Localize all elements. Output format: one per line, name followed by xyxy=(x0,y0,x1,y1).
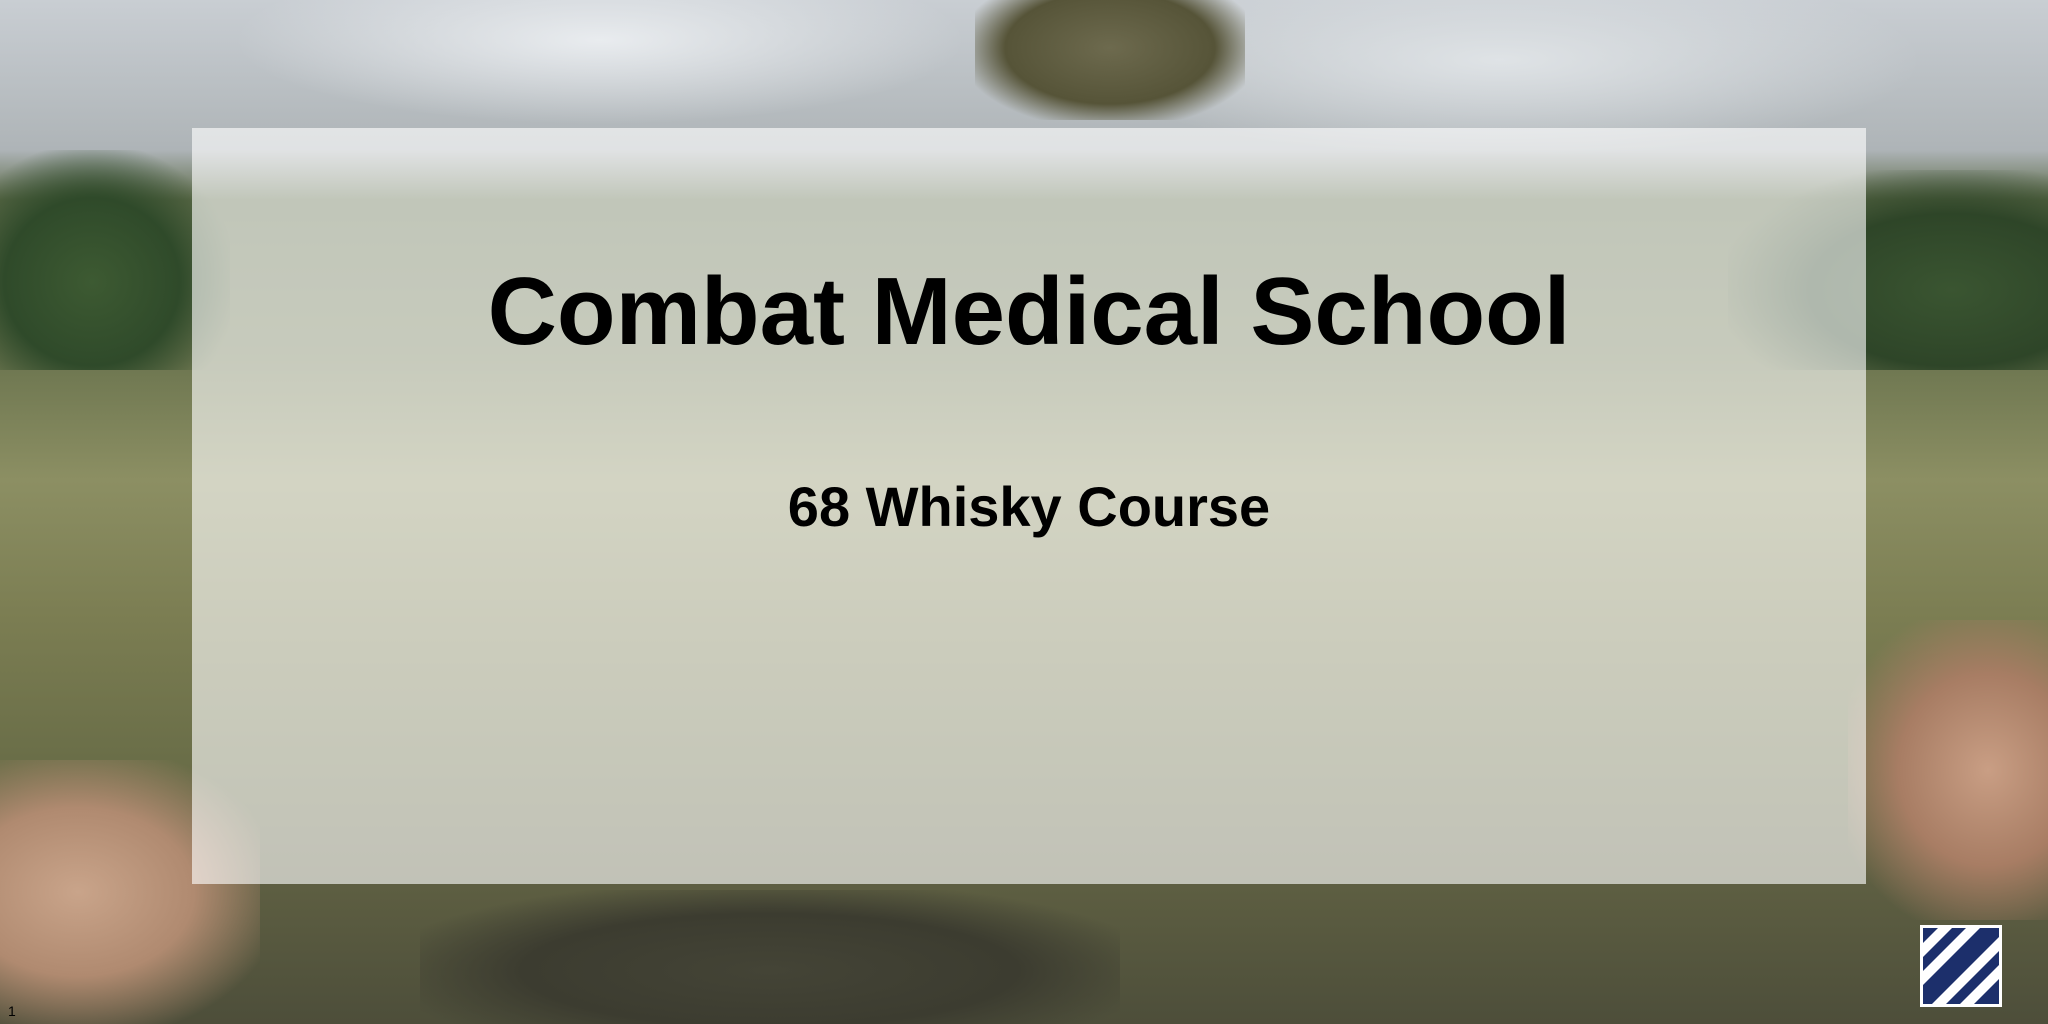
background-soldier-helmet xyxy=(975,0,1245,120)
slide-subtitle: 68 Whisky Course xyxy=(787,475,1271,538)
slide-title: Combat Medical School xyxy=(487,258,1571,365)
background-gear xyxy=(420,890,1120,1024)
slide-number: 1 xyxy=(8,1003,16,1019)
third-infantry-division-patch-icon xyxy=(1920,925,2002,1007)
background-soldier-right xyxy=(1848,620,2048,920)
